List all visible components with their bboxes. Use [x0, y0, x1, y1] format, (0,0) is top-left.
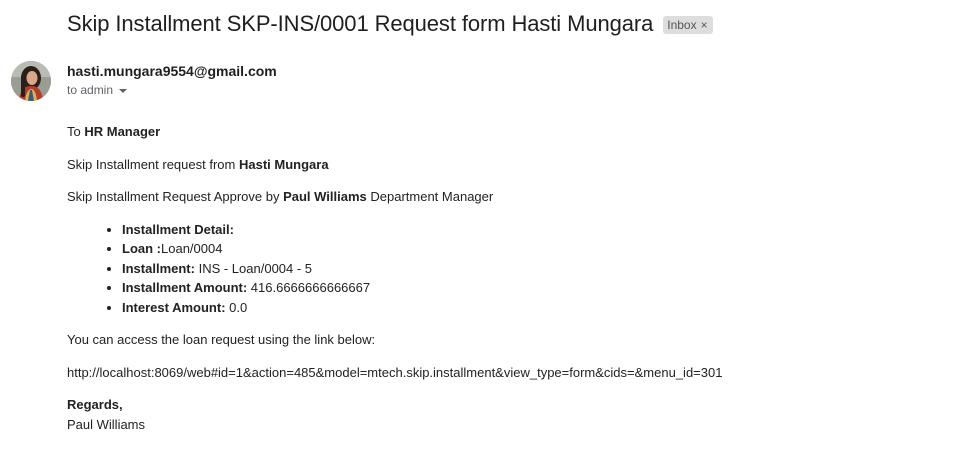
recipient-label: to admin	[67, 83, 114, 97]
approve-suffix: Department Manager	[366, 189, 494, 204]
detail-label: Installment Detail:	[122, 221, 234, 237]
email-body: To HR Manager Skip Installment request f…	[67, 122, 947, 434]
inbox-label-text: Inbox	[667, 18, 697, 32]
approve-name: Paul Williams	[283, 189, 367, 204]
detail-label: Installment:	[122, 260, 195, 276]
sign-off: Regards, Paul Williams	[67, 395, 947, 434]
chevron-down-icon[interactable]	[119, 89, 128, 93]
detail-value: 0.0	[225, 299, 248, 315]
list-item: Loan :Loan/0004	[122, 239, 947, 259]
close-icon[interactable]: ×	[701, 18, 708, 32]
detail-label: Loan :	[122, 241, 161, 256]
list-item: Installment Amount: 416.6666666666667	[122, 278, 947, 298]
detail-value: Loan/0004	[161, 241, 223, 256]
approve-line: Skip Installment Request Approve by Paul…	[67, 187, 947, 207]
request-line: Skip Installment request from Hasti Mung…	[67, 155, 947, 175]
request-prefix: Skip Installment request from	[67, 156, 236, 172]
approve-prefix: Skip Installment Request Approve by	[67, 189, 280, 204]
request-name: Hasti Mungara	[238, 156, 329, 172]
detail-label: Interest Amount:	[122, 299, 226, 315]
avatar[interactable]	[11, 61, 51, 101]
greeting-name: HR Manager	[84, 124, 161, 139]
sender-email: hasti.mungara9554@gmail.com	[67, 63, 277, 79]
detail-label: Installment Amount:	[122, 280, 248, 295]
list-item: Interest Amount: 0.0	[122, 298, 947, 318]
loan-request-link-line: http://localhost:8069/web#id=1&action=48…	[67, 363, 947, 383]
recipient-details[interactable]: to admin	[67, 83, 128, 97]
detail-value: 416.6666666666667	[247, 280, 371, 295]
list-item: Installment Detail:	[122, 220, 947, 240]
access-line: You can access the loan request using th…	[67, 332, 376, 347]
avatar-photo-icon	[11, 61, 51, 101]
loan-request-link[interactable]: http://localhost:8069/web#id=1&action=48…	[67, 365, 722, 380]
installment-detail-list: Installment Detail: Loan :Loan/0004 Inst…	[67, 220, 947, 318]
regards-text: Regards,	[67, 397, 123, 412]
email-header: Skip Installment SKP-INS/0001 Request fo…	[67, 11, 713, 37]
email-subject: Skip Installment SKP-INS/0001 Request fo…	[67, 11, 654, 36]
list-item: Installment: INS - Loan/0004 - 5	[122, 259, 947, 279]
detail-value: INS - Loan/0004 - 5	[194, 260, 313, 276]
greeting-prefix: To	[67, 124, 81, 139]
greeting-line: To HR Manager	[67, 122, 947, 142]
inbox-label-chip[interactable]: Inbox ×	[663, 16, 713, 34]
signature-name: Paul Williams	[67, 416, 146, 432]
